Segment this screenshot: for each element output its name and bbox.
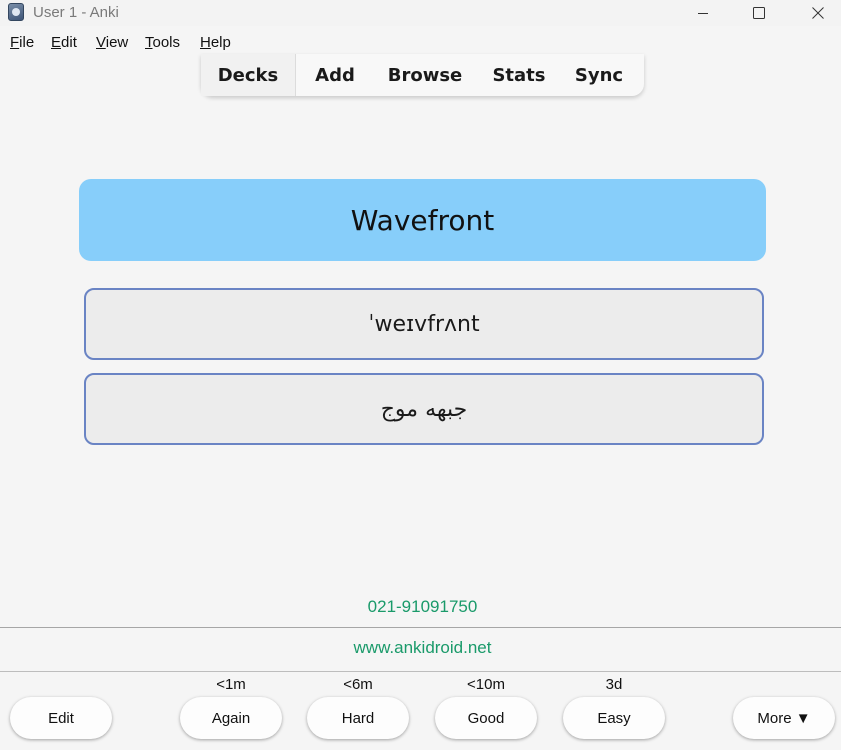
title-bar: User 1 - Anki [0, 0, 841, 26]
decks-button[interactable]: Decks [201, 54, 296, 96]
good-button[interactable]: Good [435, 697, 537, 739]
anki-app-icon [8, 3, 24, 21]
close-button[interactable] [795, 0, 841, 26]
easy-button[interactable]: Easy [563, 697, 665, 739]
menu-file[interactable]: File [10, 34, 34, 51]
card-word: Wavefront [79, 179, 766, 261]
minimize-icon [698, 13, 708, 14]
hard-button[interactable]: Hard [307, 697, 409, 739]
browse-button[interactable]: Browse [375, 54, 475, 96]
maximize-button[interactable] [736, 0, 782, 26]
website-link[interactable]: www.ankidroid.net [0, 638, 841, 658]
window-title: User 1 - Anki [33, 4, 119, 21]
menu-view[interactable]: View [96, 34, 128, 51]
divider [0, 671, 841, 672]
minimize-button[interactable] [680, 0, 726, 26]
maximize-icon [753, 7, 765, 19]
again-interval: <1m [216, 676, 246, 693]
sync-button[interactable]: Sync [561, 54, 637, 96]
more-button[interactable]: More ▼ [733, 697, 835, 739]
main-toolbar: Decks Add Browse Stats Sync [201, 54, 644, 96]
menu-edit[interactable]: Edit [51, 34, 77, 51]
menu-bar: File Edit View Tools Help [0, 31, 841, 55]
easy-interval: 3d [605, 676, 623, 693]
menu-help[interactable]: Help [200, 34, 231, 51]
card-translation: جبهه موج [84, 373, 764, 445]
good-interval: <10m [467, 676, 505, 693]
add-button[interactable]: Add [297, 54, 373, 96]
card-phonetic: ˈweɪvfrʌnt [84, 288, 764, 360]
phone-number: 021-91091750 [367, 597, 478, 616]
edit-button[interactable]: Edit [10, 697, 112, 739]
stats-button[interactable]: Stats [479, 54, 559, 96]
divider [0, 627, 841, 628]
hard-interval: <6m [343, 676, 373, 693]
close-icon [812, 7, 824, 19]
again-button[interactable]: Again [180, 697, 282, 739]
menu-tools[interactable]: Tools [145, 34, 180, 51]
